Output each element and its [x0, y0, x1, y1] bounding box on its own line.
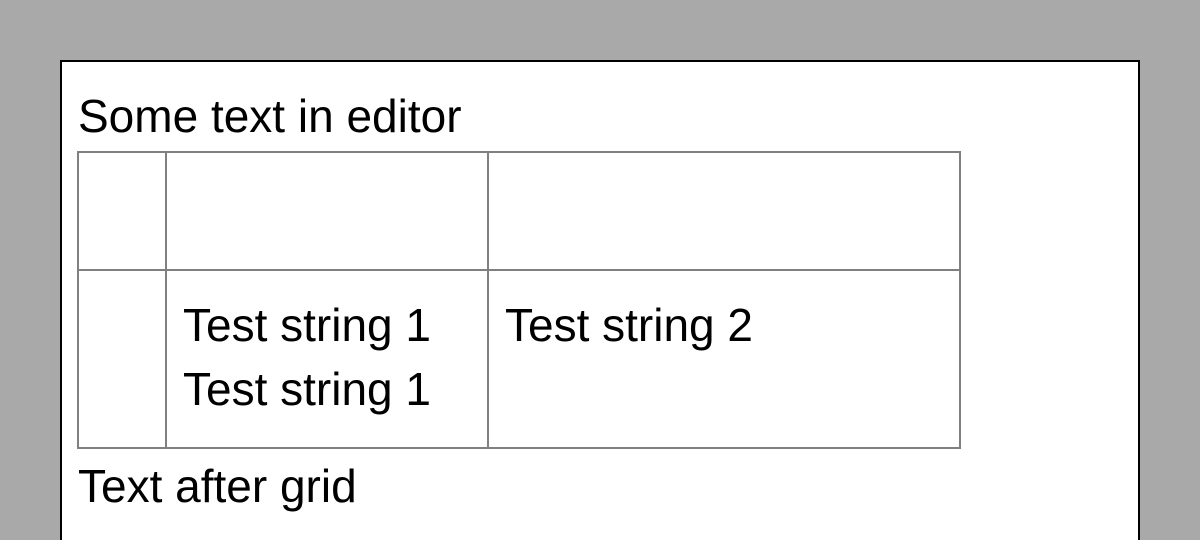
editor-grid[interactable]: Test string 1 Test string 1 Test string …	[77, 151, 961, 449]
grid-cell[interactable]: Test string 2	[487, 269, 961, 449]
grid-cell[interactable]	[165, 151, 489, 271]
editor-text-after-grid[interactable]: Text after grid	[78, 460, 357, 512]
cell-text-line: Test string 1	[183, 299, 431, 351]
grid-cell[interactable]	[77, 269, 167, 449]
grid-cell[interactable]	[487, 151, 961, 271]
grid-row	[77, 151, 961, 271]
cell-text-line: Test string 2	[505, 299, 753, 351]
grid-row: Test string 1 Test string 1 Test string …	[77, 269, 961, 449]
grid-cell[interactable]: Test string 1 Test string 1	[165, 269, 489, 449]
grid-cell[interactable]	[77, 151, 167, 271]
editor-text-before-grid[interactable]: Some text in editor	[78, 90, 462, 142]
cell-text-line: Test string 1	[183, 363, 431, 415]
text-editor[interactable]: Some text in editor Test string 1 Test s…	[60, 60, 1140, 540]
